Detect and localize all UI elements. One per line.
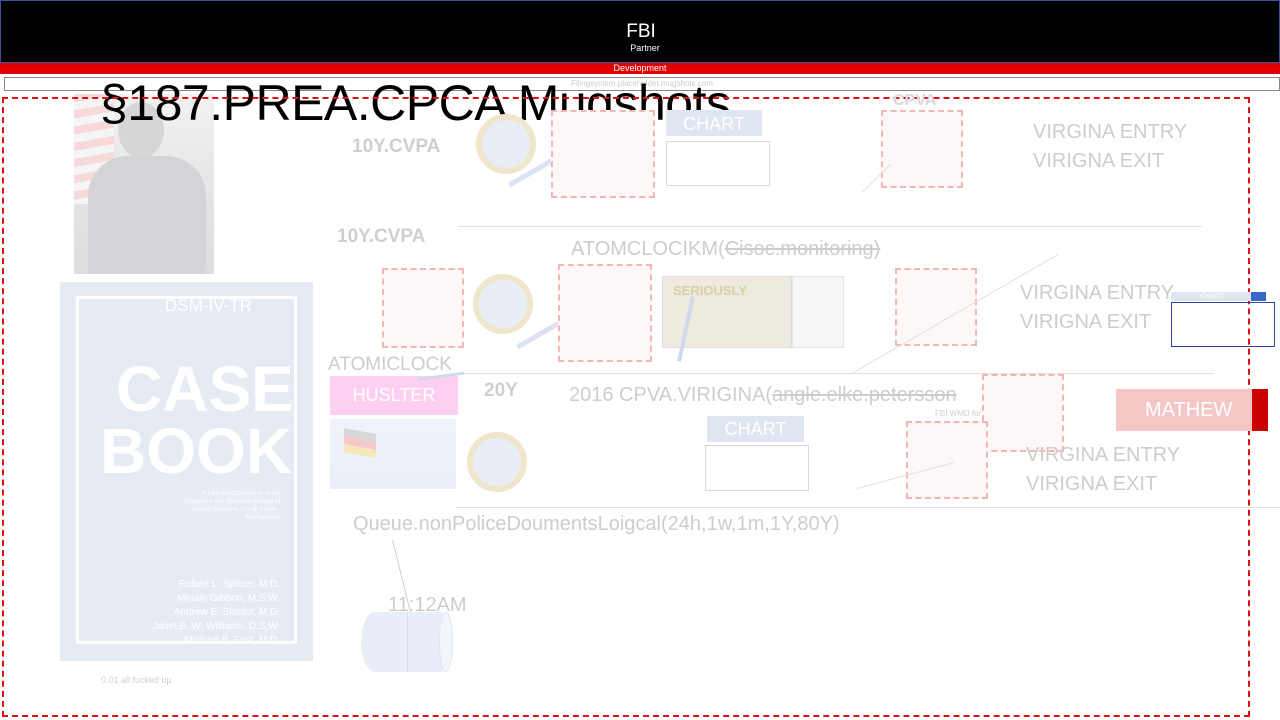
atomiclock-label: ATOMICLOCK	[328, 354, 452, 375]
divider	[456, 507, 1280, 508]
cvpa-label: 10Y.CVPA	[352, 136, 441, 157]
mugshot-slot[interactable]	[881, 110, 963, 188]
virigna-exit: VIRIGNA EXIT	[1020, 311, 1152, 333]
cvpa-label: 10Y.CVPA	[337, 226, 426, 247]
chart-tab-accent	[1251, 292, 1266, 301]
divider	[458, 226, 1202, 227]
hustler-badge[interactable]: HUSLTER	[330, 376, 458, 415]
virgina-entry: VIRGINA ENTRY	[1020, 282, 1175, 304]
seal-icon	[476, 114, 536, 174]
cpva-virigina-strike: angle.elke.petersson	[772, 384, 957, 406]
mathew-label: MATHEW	[1145, 399, 1233, 421]
queue-label: Queue.nonPoliceDoumentsLoigcal(24h,1w,1m…	[353, 513, 840, 535]
mugshot-slot[interactable]	[382, 268, 464, 348]
atomclock-text: ATOMCLOCIKM(	[571, 238, 725, 260]
database-cylinder-icon	[361, 612, 453, 672]
chart-tab-small[interactable]: CHART	[1171, 292, 1253, 301]
chart-placeholder	[705, 445, 809, 491]
virigna-exit: VIRIGNA EXIT	[1033, 150, 1165, 172]
chart-placeholder	[1171, 302, 1275, 347]
cpva-virigina-text: 2016 CPVA.VIRIGINA(	[569, 384, 773, 406]
banner-title: FBI	[626, 21, 656, 42]
mugshot-slot[interactable]	[982, 374, 1064, 452]
virgina-entry: VIRGINA ENTRY	[1026, 444, 1181, 466]
banner-subtitle: Partner	[630, 43, 660, 53]
mathew-button[interactable]: MATHEW	[1116, 389, 1268, 431]
atomclock-label: ATOMCLOCIKM(Cisoc.monitoring)	[571, 238, 880, 261]
cpva-top-label: CPVA	[893, 92, 937, 109]
top-banner: FBI Partner	[0, 0, 1280, 63]
mathew-accent	[1252, 389, 1268, 431]
seriously-text: SERIOUSLY	[673, 283, 747, 298]
thumbnail	[792, 276, 844, 348]
virigna-exit: VIRIGNA EXIT	[1026, 473, 1158, 495]
seal-icon	[467, 432, 527, 492]
mugshot-slot[interactable]	[558, 264, 652, 362]
chart-button[interactable]: CHART	[707, 416, 804, 442]
mugshot-slot[interactable]	[551, 110, 655, 198]
divider	[452, 373, 1214, 374]
virgina-entry: VIRGINA ENTRY	[1033, 121, 1188, 143]
development-bar: Development	[0, 63, 1280, 74]
chart-button[interactable]: CHART	[666, 110, 762, 136]
cpva-virigina-label: 2016 CPVA.VIRIGINA(angle.elke.petersson	[569, 384, 957, 407]
flag-image	[330, 419, 456, 489]
mugshot-slot[interactable]	[906, 421, 988, 499]
chart-placeholder	[666, 141, 770, 186]
twenty-year-label: 20Y	[484, 380, 518, 401]
seal-icon	[473, 274, 533, 334]
atomclock-strike: Cisoc.monitoring)	[724, 238, 881, 260]
